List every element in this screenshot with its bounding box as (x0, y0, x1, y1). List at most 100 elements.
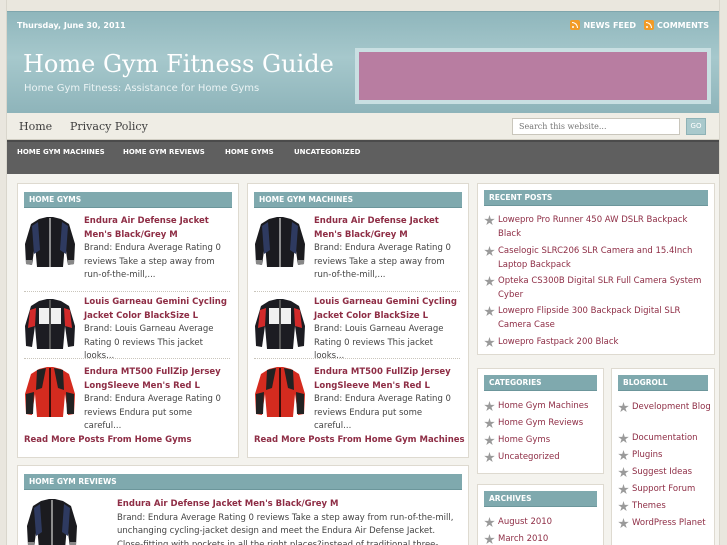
star-icon (484, 517, 495, 528)
star-icon (618, 467, 629, 478)
top-strip (7, 0, 719, 11)
search-go-button[interactable]: GO (686, 118, 706, 135)
star-icon (484, 215, 495, 226)
category-nav: HOME GYM MACHINES HOME GYM REVIEWS HOME … (7, 140, 719, 174)
recent-post-link[interactable]: Caselogic SLRC206 SLR Camera and 15.4Inc… (484, 245, 710, 272)
site-tagline: Home Gym Fitness: Assistance for Home Gy… (24, 83, 260, 94)
rss-icon (570, 20, 581, 30)
category-label: Home Gym Machines (498, 401, 589, 411)
star-icon (484, 435, 495, 446)
archive-label: March 2010 (498, 534, 549, 544)
post-entry: Endura Air Defense Jacket Men's Black/Gr… (254, 215, 462, 283)
archive-link[interactable]: March 2010 (484, 533, 602, 545)
post-excerpt: Brand: Endura Average Rating 0 reviews E… (84, 394, 221, 431)
star-icon (484, 418, 495, 429)
blogroll-label: Development Blog (632, 402, 711, 412)
post-excerpt: Brand: Endura Average Rating 0 reviews T… (117, 512, 454, 545)
post-excerpt: Brand: Endura Average Rating 0 reviews E… (314, 394, 451, 431)
blogroll-link[interactable]: Plugins (618, 449, 714, 463)
widget-heading: RECENT POSTS (484, 190, 708, 206)
recent-posts-widget: RECENT POSTS Lowepro Pro Runner 450 AW D… (477, 183, 715, 355)
category-link[interactable]: Home Gyms (484, 434, 602, 448)
categories-widget: CATEGORIES Home Gym Machines Home Gym Re… (477, 368, 604, 474)
divider (254, 358, 460, 359)
blogroll-link[interactable]: Support Forum (618, 483, 714, 497)
recent-post-link[interactable]: Lowepro Fastpack 200 Black (484, 336, 710, 350)
star-icon (618, 518, 629, 529)
news-feed-label: NEWS FEED (583, 20, 637, 30)
blogroll-link[interactable]: Suggest Ideas (618, 466, 714, 480)
category-link[interactable]: Uncategorized (484, 451, 602, 465)
blogroll-label: Support Forum (632, 484, 696, 494)
post-title[interactable]: Endura Air Defense Jacket Men's Black/Gr… (254, 215, 462, 242)
widget-heading: CATEGORIES (484, 375, 597, 391)
category-label: Home Gyms (498, 435, 551, 445)
widget-heading: ARCHIVES (484, 491, 597, 507)
post-thumbnail[interactable] (24, 496, 80, 545)
recent-post-link[interactable]: Lowepro Flipside 300 Backpack Digital SL… (484, 305, 710, 332)
post-entry: Endura Air Defense Jacket Men's Black/Gr… (24, 215, 232, 283)
star-icon (618, 501, 629, 512)
widget-heading: BLOGROLL (618, 375, 708, 391)
post-excerpt: Brand: Endura Average Rating 0 reviews T… (84, 243, 221, 280)
blogroll-link[interactable]: Development Blog (618, 401, 714, 415)
blogroll-link[interactable]: Documentation (618, 432, 714, 446)
divider (24, 291, 230, 292)
post-entry: Endura Air Defense Jacket Men's Black/Gr… (117, 498, 459, 545)
site-title[interactable]: Home Gym Fitness Guide (23, 50, 334, 78)
star-icon (484, 337, 495, 348)
post-entry: Louis Garneau Gemini Cycling Jacket Colo… (24, 296, 232, 364)
category-label: Home Gym Reviews (498, 418, 584, 428)
category-nav-home-gym-reviews[interactable]: HOME GYM REVIEWS (123, 148, 205, 156)
rss-icon (644, 20, 655, 30)
star-icon (484, 246, 495, 257)
feed-links: NEWS FEED COMMENTS (570, 20, 709, 30)
post-title[interactable]: Endura MT500 FullZip Jersey LongSleeve M… (254, 366, 462, 393)
read-more-link[interactable]: Read More Posts From Home Gym Machines (254, 435, 465, 445)
star-icon (618, 402, 629, 413)
header-banner-ad[interactable] (355, 48, 711, 104)
post-entry: Endura MT500 FullZip Jersey LongSleeve M… (254, 366, 462, 434)
recent-post-title: Lowepro Pro Runner 450 AW DSLR Backpack … (498, 215, 688, 239)
category-link[interactable]: Home Gym Reviews (484, 417, 602, 431)
post-title[interactable]: Louis Garneau Gemini Cycling Jacket Colo… (254, 296, 462, 323)
comments-feed-label: COMMENTS (657, 20, 709, 30)
recent-post-link[interactable]: Opteka CS300B Digital SLR Full Camera Sy… (484, 275, 710, 302)
star-icon (618, 433, 629, 444)
blogroll-link[interactable]: WordPress Planet (618, 517, 714, 531)
post-entry: Endura MT500 FullZip Jersey LongSleeve M… (24, 366, 232, 434)
blogroll-label: WordPress Planet (632, 518, 706, 528)
category-label: Uncategorized (498, 452, 560, 462)
recent-post-link[interactable]: Lowepro Pro Runner 450 AW DSLR Backpack … (484, 214, 710, 241)
blogroll-widget: BLOGROLL Development Blog Documentation … (611, 368, 715, 545)
site-header: Thursday, June 30, 2011 NEWS FEED COMMEN… (7, 11, 719, 113)
category-nav-home-gym-machines[interactable]: HOME GYM MACHINES (17, 148, 105, 156)
archive-label: August 2010 (498, 517, 553, 527)
search-input[interactable] (512, 118, 680, 135)
recent-post-title: Caselogic SLRC206 SLR Camera and 15.4Inc… (498, 246, 693, 270)
home-gyms-section: HOME GYMS Endura Air Defense Jacket Men'… (17, 183, 239, 458)
header-date: Thursday, June 30, 2011 (17, 21, 126, 30)
section-heading: HOME GYMS (24, 192, 232, 208)
news-feed-link[interactable]: NEWS FEED (570, 20, 636, 30)
star-icon (484, 401, 495, 412)
category-nav-uncategorized[interactable]: UNCATEGORIZED (294, 148, 360, 156)
post-title[interactable]: Endura Air Defense Jacket Men's Black/Gr… (117, 498, 459, 512)
category-nav-home-gyms[interactable]: HOME GYMS (225, 148, 274, 156)
section-heading: HOME GYM REVIEWS (24, 474, 462, 490)
post-title[interactable]: Endura Air Defense Jacket Men's Black/Gr… (24, 215, 232, 242)
page-nav: Home Privacy Policy GO (7, 113, 719, 140)
post-title[interactable]: Louis Garneau Gemini Cycling Jacket Colo… (24, 296, 232, 323)
archive-link[interactable]: August 2010 (484, 516, 602, 530)
recent-post-title: Lowepro Fastpack 200 Black (498, 337, 619, 347)
post-entry: Louis Garneau Gemini Cycling Jacket Colo… (254, 296, 462, 364)
category-link[interactable]: Home Gym Machines (484, 400, 602, 414)
nav-link-home[interactable]: Home (19, 120, 52, 133)
post-title[interactable]: Endura MT500 FullZip Jersey LongSleeve M… (24, 366, 232, 393)
comments-feed-link[interactable]: COMMENTS (644, 20, 709, 30)
nav-link-privacy-policy[interactable]: Privacy Policy (70, 120, 148, 133)
star-icon (484, 276, 495, 287)
read-more-link[interactable]: Read More Posts From Home Gyms (24, 435, 192, 445)
blogroll-label: Plugins (632, 450, 663, 460)
blogroll-link[interactable]: Themes (618, 500, 714, 514)
